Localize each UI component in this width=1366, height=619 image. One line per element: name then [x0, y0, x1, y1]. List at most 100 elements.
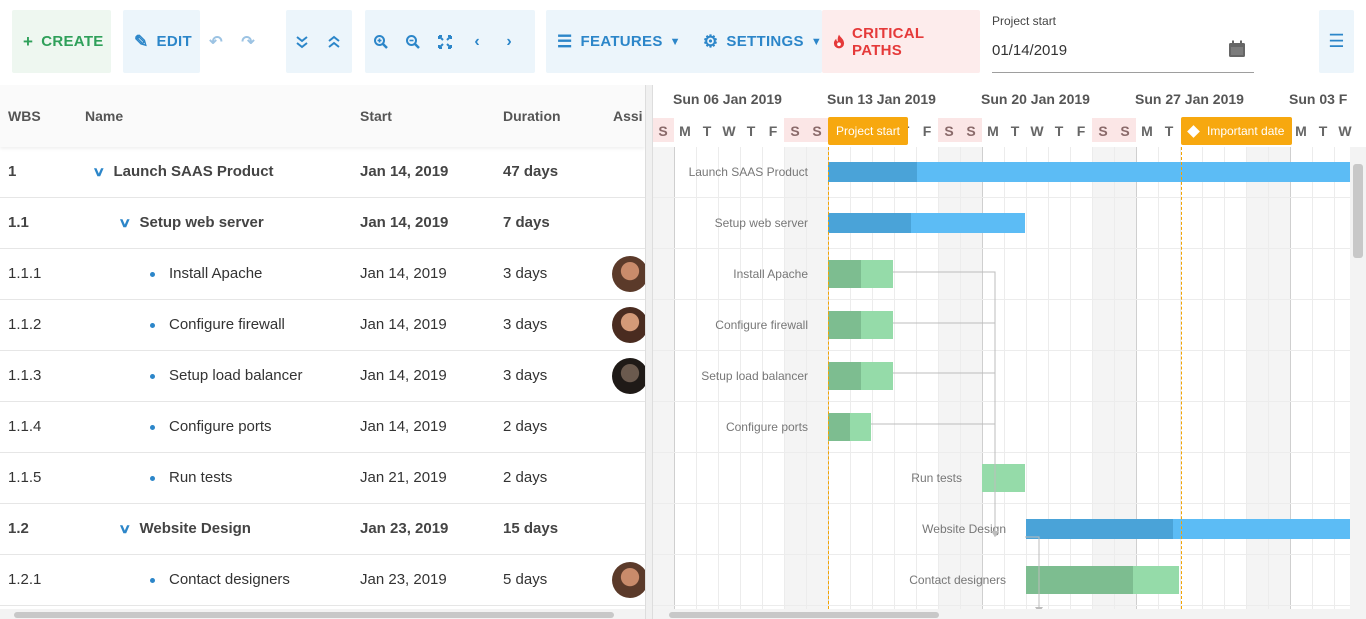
- column-header-duration[interactable]: Duration: [503, 108, 561, 124]
- table-row[interactable]: 1.2 ∨ Website Design Jan 23, 2019 15 days: [0, 504, 645, 555]
- chevron-down-icon[interactable]: ∨: [118, 521, 131, 537]
- dependency-line[interactable]: [893, 271, 996, 537]
- name-cell: Configure ports: [150, 418, 272, 435]
- day-header: S: [653, 118, 674, 142]
- start-cell: Jan 14, 2019: [360, 265, 447, 282]
- avatar[interactable]: [612, 358, 645, 394]
- day-header: S: [806, 118, 828, 142]
- start-cell: Jan 14, 2019: [360, 316, 447, 333]
- features-settings-group: ☰ FEATURES ▼ ⚙ SETTINGS ▼: [546, 10, 822, 73]
- next-button[interactable]: ›: [493, 10, 525, 73]
- table-row[interactable]: 1.2.1 Contact designers Jan 23, 2019 5 days: [0, 555, 645, 606]
- zoom-out-button[interactable]: [397, 10, 429, 73]
- dependency-line[interactable]: [1025, 536, 1040, 613]
- chevron-down-icon: ▼: [669, 35, 681, 48]
- dependency-arrow: [991, 531, 999, 537]
- table-row[interactable]: 1.1.3 Setup load balancer Jan 14, 2019 3 da…: [0, 351, 645, 402]
- checklist-icon: ☰: [557, 31, 573, 51]
- expand-collapse-group: [286, 10, 352, 73]
- start-cell: Jan 23, 2019: [360, 520, 449, 537]
- pane-splitter[interactable]: [645, 85, 653, 619]
- features-button[interactable]: ☰ FEATURES ▼: [546, 10, 692, 73]
- timeline-marker[interactable]: Important date: [1181, 117, 1293, 145]
- day-header: S: [938, 118, 960, 142]
- column-header-start[interactable]: Start: [360, 108, 392, 124]
- chevron-down-icon[interactable]: ∨: [92, 164, 105, 180]
- features-label: FEATURES: [580, 33, 663, 50]
- menu-button[interactable]: ☰: [1319, 10, 1354, 73]
- leaf-bullet-icon: [150, 475, 155, 481]
- week-header: Sun 03 F: [1289, 91, 1348, 107]
- create-button[interactable]: + CREATE: [12, 10, 115, 73]
- scrollbar-thumb[interactable]: [1353, 164, 1363, 258]
- zoom-out-icon: [406, 34, 420, 49]
- week-header: Sun 13 Jan 2019: [827, 91, 936, 107]
- project-start-field[interactable]: Project start 01/14/2019: [992, 14, 1254, 73]
- duration-cell: 47 days: [503, 163, 559, 180]
- day-header: S: [784, 118, 806, 142]
- expand-all-button[interactable]: [286, 10, 318, 73]
- wbs-cell: 1.2.1: [8, 571, 42, 588]
- column-header-assigned[interactable]: Assi: [613, 108, 643, 124]
- duration-cell: 15 days: [503, 520, 559, 537]
- scrollbar-thumb[interactable]: [669, 612, 939, 618]
- table-row[interactable]: 1.1.2 Configure firewall Jan 14, 2019 3 day…: [0, 300, 645, 351]
- leaf-bullet-icon: [150, 271, 155, 277]
- wbs-cell: 1.1.2: [8, 316, 42, 333]
- fire-icon: [833, 34, 845, 49]
- name-cell: ∨ Website Design: [118, 520, 251, 537]
- duration-cell: 3 days: [503, 265, 548, 282]
- column-header-wbs[interactable]: WBS: [8, 108, 41, 124]
- gantt-vertical-scrollbar[interactable]: [1350, 147, 1366, 609]
- undo-button[interactable]: ↶: [200, 10, 232, 73]
- calendar-icon[interactable]: [1228, 40, 1246, 58]
- avatar[interactable]: [612, 256, 645, 292]
- table-row[interactable]: 1 ∨ Launch SAAS Product Jan 14, 2019 47 days: [0, 147, 645, 198]
- settings-button[interactable]: ⚙ SETTINGS ▼: [692, 10, 833, 73]
- task-name: Website Design: [139, 520, 251, 537]
- table-row[interactable]: 1.1.4 Configure ports Jan 14, 2019 2 days: [0, 402, 645, 453]
- grid-horizontal-scrollbar[interactable]: [0, 609, 645, 619]
- name-cell: Contact designers: [150, 571, 290, 588]
- timeline-marker[interactable]: Project start: [828, 117, 909, 145]
- previous-button[interactable]: ‹: [461, 10, 493, 73]
- chevron-down-icon[interactable]: ∨: [118, 215, 131, 231]
- zoom-group: ‹ ›: [365, 10, 535, 73]
- create-group: + CREATE: [12, 10, 111, 73]
- table-row[interactable]: 1.1 ∨ Setup web server Jan 14, 2019 7 days: [0, 198, 645, 249]
- week-header: Sun 27 Jan 2019: [1135, 91, 1244, 107]
- avatar[interactable]: [612, 307, 645, 343]
- day-header: S: [960, 118, 982, 142]
- table-row[interactable]: 1.1.5 Run tests Jan 21, 2019 2 days: [0, 453, 645, 504]
- wbs-cell: 1.1.4: [8, 418, 42, 435]
- grid-header: WBS Name Start Duration Assi: [0, 85, 645, 147]
- day-header: S: [1114, 118, 1136, 142]
- day-header: T: [1164, 123, 1174, 139]
- critical-paths-label: CRITICAL PATHS: [852, 24, 925, 59]
- leaf-bullet-icon: [150, 577, 155, 583]
- name-cell: Install Apache: [150, 265, 262, 282]
- zoom-in-button[interactable]: [365, 10, 397, 73]
- day-header: W: [1030, 123, 1044, 139]
- diamond-icon: [1187, 124, 1200, 138]
- day-header: M: [987, 123, 999, 139]
- collapse-all-button[interactable]: [318, 10, 350, 73]
- avatar[interactable]: [612, 562, 645, 598]
- day-header: T: [746, 123, 756, 139]
- dependency-lines: [871, 271, 1043, 613]
- edit-button[interactable]: ✎ EDIT: [123, 10, 203, 73]
- zoom-to-fit-button[interactable]: [429, 10, 461, 73]
- table-row[interactable]: 1.1.1 Install Apache Jan 14, 2019 3 days: [0, 249, 645, 300]
- week-header: Sun 06 Jan 2019: [673, 91, 782, 107]
- scrollbar-thumb[interactable]: [14, 612, 614, 618]
- critical-paths-button[interactable]: CRITICAL PATHS: [822, 10, 980, 73]
- project-start-label: Project start: [992, 14, 1057, 28]
- leaf-bullet-icon: [150, 373, 155, 379]
- wbs-cell: 1.1: [8, 214, 29, 231]
- column-header-name[interactable]: Name: [85, 108, 123, 124]
- marker-line: [1181, 147, 1182, 619]
- edit-label: EDIT: [156, 33, 192, 50]
- project-start-input[interactable]: 01/14/2019: [992, 42, 1067, 59]
- gantt-horizontal-scrollbar[interactable]: [653, 609, 1366, 619]
- redo-button[interactable]: ↷: [232, 10, 264, 73]
